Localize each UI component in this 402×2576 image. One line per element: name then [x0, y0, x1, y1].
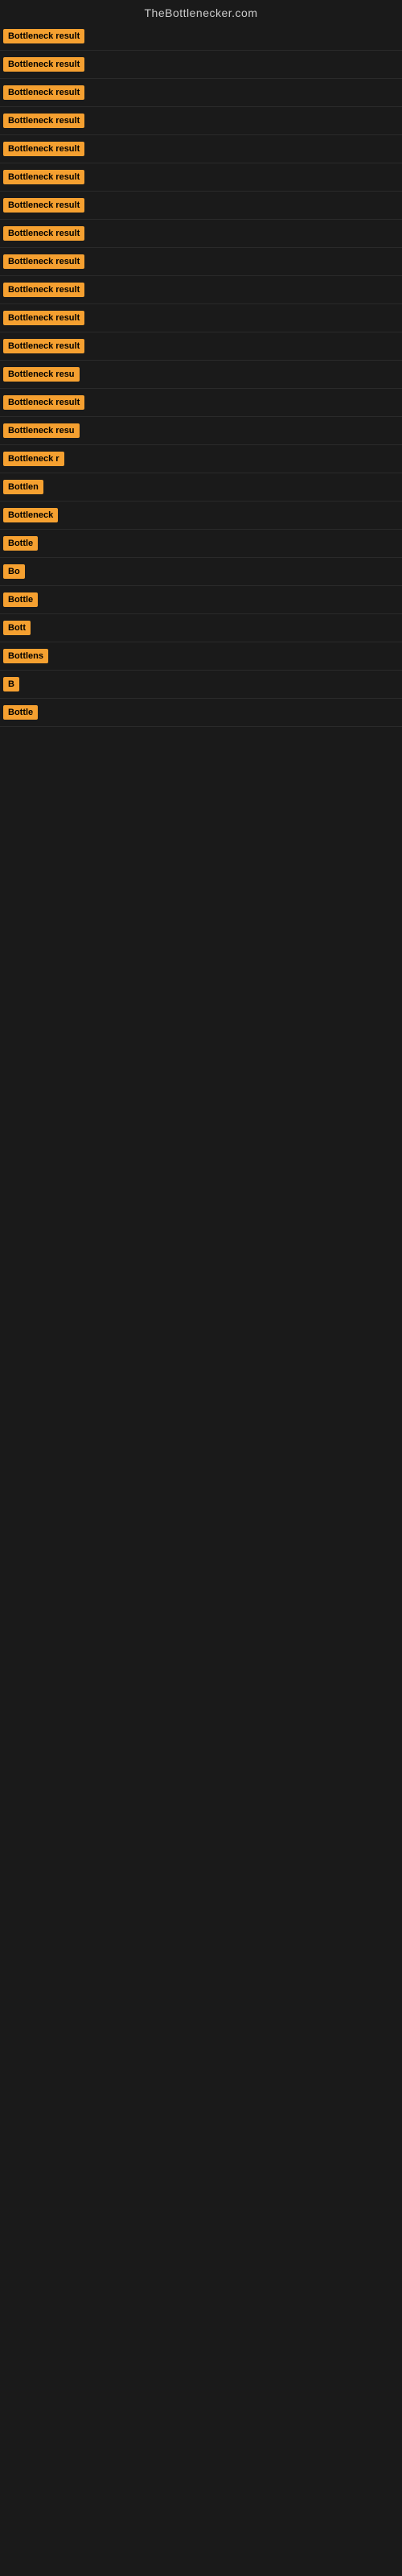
- bottleneck-item-8: Bottleneck result: [0, 220, 402, 248]
- bottleneck-badge-22[interactable]: Bott: [3, 621, 31, 635]
- bottleneck-item-4: Bottleneck result: [0, 107, 402, 135]
- bottleneck-badge-19[interactable]: Bottle: [3, 536, 38, 551]
- bottleneck-item-19: Bottle: [0, 530, 402, 558]
- bottleneck-item-16: Bottleneck r: [0, 445, 402, 473]
- bottleneck-item-23: Bottlens: [0, 642, 402, 671]
- bottleneck-item-12: Bottleneck result: [0, 332, 402, 361]
- bottleneck-badge-7[interactable]: Bottleneck result: [3, 198, 84, 213]
- bottleneck-item-21: Bottle: [0, 586, 402, 614]
- items-list: Bottleneck result Bottleneck result Bottle…: [0, 23, 402, 727]
- bottleneck-item-2: Bottleneck result: [0, 51, 402, 79]
- bottleneck-item-3: Bottleneck result: [0, 79, 402, 107]
- bottleneck-badge-2[interactable]: Bottleneck result: [3, 57, 84, 72]
- bottleneck-badge-23[interactable]: Bottlens: [3, 649, 48, 663]
- bottleneck-item-7: Bottleneck result: [0, 192, 402, 220]
- bottleneck-item-6: Bottleneck result: [0, 163, 402, 192]
- bottleneck-badge-16[interactable]: Bottleneck r: [3, 452, 64, 466]
- bottleneck-badge-15[interactable]: Bottleneck resu: [3, 423, 80, 438]
- bottleneck-badge-6[interactable]: Bottleneck result: [3, 170, 84, 184]
- bottleneck-item-13: Bottleneck resu: [0, 361, 402, 389]
- bottleneck-badge-13[interactable]: Bottleneck resu: [3, 367, 80, 382]
- bottleneck-badge-10[interactable]: Bottleneck result: [3, 283, 84, 297]
- bottleneck-item-10: Bottleneck result: [0, 276, 402, 304]
- bottleneck-badge-14[interactable]: Bottleneck result: [3, 395, 84, 410]
- bottleneck-badge-5[interactable]: Bottleneck result: [3, 142, 84, 156]
- bottleneck-item-18: Bottleneck: [0, 502, 402, 530]
- bottleneck-item-20: Bo: [0, 558, 402, 586]
- bottleneck-badge-24[interactable]: B: [3, 677, 19, 691]
- bottleneck-badge-11[interactable]: Bottleneck result: [3, 311, 84, 325]
- page-container: TheBottlenecker.com Bottleneck resultBot…: [0, 0, 402, 2576]
- bottleneck-item-5: Bottleneck result: [0, 135, 402, 163]
- bottleneck-badge-12[interactable]: Bottleneck result: [3, 339, 84, 353]
- bottleneck-item-24: B: [0, 671, 402, 699]
- bottleneck-badge-4[interactable]: Bottleneck result: [3, 114, 84, 128]
- site-title: TheBottlenecker.com: [0, 0, 402, 23]
- bottleneck-badge-9[interactable]: Bottleneck result: [3, 254, 84, 269]
- bottleneck-item-17: Bottlen: [0, 473, 402, 502]
- bottleneck-badge-1[interactable]: Bottleneck result: [3, 29, 84, 43]
- bottleneck-badge-17[interactable]: Bottlen: [3, 480, 43, 494]
- bottleneck-item-22: Bott: [0, 614, 402, 642]
- bottleneck-item-9: Bottleneck result: [0, 248, 402, 276]
- bottleneck-badge-18[interactable]: Bottleneck: [3, 508, 58, 522]
- bottleneck-badge-20[interactable]: Bo: [3, 564, 25, 579]
- bottleneck-item-14: Bottleneck result: [0, 389, 402, 417]
- bottleneck-badge-3[interactable]: Bottleneck result: [3, 85, 84, 100]
- bottleneck-item-25: Bottle: [0, 699, 402, 727]
- bottleneck-item-1: Bottleneck result: [0, 23, 402, 51]
- bottleneck-item-11: Bottleneck result: [0, 304, 402, 332]
- bottleneck-item-15: Bottleneck resu: [0, 417, 402, 445]
- bottleneck-badge-25[interactable]: Bottle: [3, 705, 38, 720]
- bottleneck-badge-8[interactable]: Bottleneck result: [3, 226, 84, 241]
- bottleneck-badge-21[interactable]: Bottle: [3, 592, 38, 607]
